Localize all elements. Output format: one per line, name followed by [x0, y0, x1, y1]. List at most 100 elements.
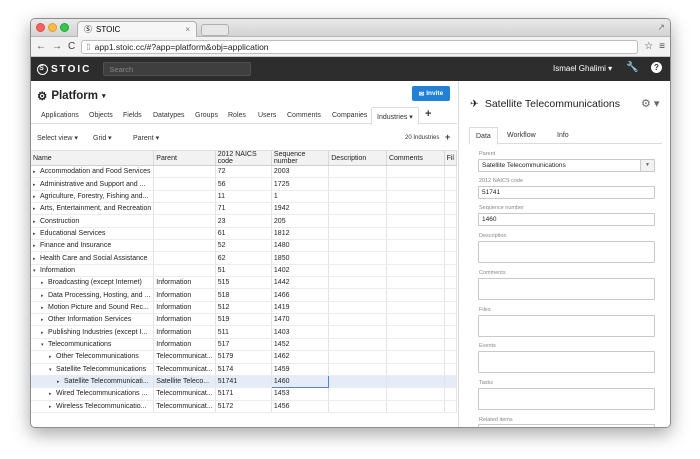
cell-description[interactable]	[328, 375, 387, 389]
collapsed-arrow-icon[interactable]: ▸	[41, 293, 48, 299]
table-row[interactable]: ▸ Publishing Industries (except I... Infor…	[31, 325, 457, 339]
cell-parent[interactable]: Information	[153, 288, 216, 302]
cell-parent[interactable]	[153, 239, 216, 253]
cell-naics[interactable]: 72	[215, 165, 272, 179]
column-header-files[interactable]: Fil	[444, 151, 457, 166]
cell-comments[interactable]	[386, 190, 445, 204]
cell-name[interactable]: ▸ Accommodation and Food Services	[31, 165, 155, 179]
cell-naics[interactable]: 512	[215, 301, 272, 315]
cell-comments[interactable]	[386, 338, 445, 352]
cell-naics[interactable]: 71	[215, 202, 272, 216]
cell-files[interactable]	[444, 177, 457, 191]
cell-sequence[interactable]: 1470	[271, 313, 330, 327]
cell-naics[interactable]: 51741	[215, 375, 272, 389]
add-tab-button[interactable]: +	[425, 108, 431, 120]
collapsed-arrow-icon[interactable]: ▸	[49, 404, 56, 410]
grid-dropdown[interactable]: Grid ▾	[93, 134, 112, 142]
bookmark-star-icon[interactable]: ☆	[644, 41, 653, 52]
tab-objects[interactable]: Objects	[89, 112, 113, 119]
expanded-arrow-icon[interactable]: ▾	[33, 268, 40, 274]
cell-parent[interactable]	[153, 251, 216, 265]
cell-description[interactable]	[328, 190, 387, 204]
cell-comments[interactable]	[386, 375, 445, 389]
cell-name[interactable]: ▸ Publishing Industries (except I...	[31, 325, 155, 339]
tab-users[interactable]: Users	[258, 112, 276, 119]
cell-parent[interactable]: Telecommunicat...	[153, 387, 216, 401]
description-field[interactable]	[478, 241, 655, 263]
tab-datatypes[interactable]: Datatypes	[153, 112, 185, 119]
table-row[interactable]: ▾ Telecommunications Information 517 1452	[31, 338, 457, 352]
cell-naics[interactable]: 52	[215, 239, 272, 253]
cell-naics[interactable]: 62	[215, 251, 272, 265]
collapsed-arrow-icon[interactable]: ▸	[41, 330, 48, 336]
cell-description[interactable]	[328, 387, 387, 401]
parent-select[interactable]: Satellite Telecommunications ▼	[478, 159, 655, 172]
table-row[interactable]: ▸ Wireless Telecommunicatio... Telecommuni…	[31, 400, 457, 413]
cell-parent[interactable]	[153, 190, 216, 204]
cell-name[interactable]: ▸ Data Processing, Hosting, and ...	[31, 288, 155, 302]
column-header-comments[interactable]: Comments	[386, 151, 445, 166]
cell-files[interactable]	[444, 264, 457, 278]
cell-files[interactable]	[444, 190, 457, 204]
cell-files[interactable]	[444, 313, 457, 327]
cell-files[interactable]	[444, 251, 457, 265]
cell-parent[interactable]: Information	[153, 325, 216, 339]
cell-sequence[interactable]: 1403	[271, 325, 330, 339]
cell-name[interactable]: ▾ Satellite Telecommunications	[31, 363, 155, 376]
cell-comments[interactable]	[386, 276, 445, 290]
cell-naics[interactable]: 61	[215, 227, 272, 241]
cell-name[interactable]: ▸ Arts, Entertainment, and Recreation	[31, 202, 155, 216]
cell-comments[interactable]	[386, 251, 445, 265]
tab-comments[interactable]: Comments	[287, 112, 321, 119]
cell-sequence[interactable]: 1459	[271, 363, 330, 376]
cell-description[interactable]	[328, 165, 387, 179]
cell-sequence[interactable]: 1453	[271, 387, 330, 401]
cell-files[interactable]	[444, 214, 457, 228]
cell-sequence[interactable]: 1462	[271, 350, 330, 364]
cell-parent[interactable]	[153, 214, 216, 228]
collapsed-arrow-icon[interactable]: ▸	[33, 182, 40, 188]
collapsed-arrow-icon[interactable]: ▸	[33, 243, 40, 249]
maximize-window-button[interactable]	[60, 23, 69, 32]
cell-name[interactable]: ▸ Wired Telecommunications ...	[31, 387, 155, 401]
events-field[interactable]	[478, 351, 655, 373]
cell-comments[interactable]	[386, 214, 445, 228]
column-header-name[interactable]: Name	[31, 151, 155, 166]
tab-info[interactable]: Info	[557, 132, 569, 139]
cell-parent[interactable]	[153, 264, 216, 278]
cell-naics[interactable]: 517	[215, 338, 272, 352]
table-row[interactable]: ▸ Health Care and Social Assistance 62 1850	[31, 251, 457, 265]
help-icon[interactable]: ?	[651, 62, 662, 73]
browser-tab[interactable]: Ⓢ STOIC ×	[77, 21, 197, 37]
cell-sequence[interactable]: 1402	[271, 264, 330, 278]
cell-parent[interactable]: Satellite Teleco...	[153, 375, 216, 389]
tab-groups[interactable]: Groups	[195, 112, 218, 119]
files-field[interactable]	[478, 315, 655, 337]
cell-description[interactable]	[328, 214, 387, 228]
cell-comments[interactable]	[386, 288, 445, 302]
cell-name[interactable]: ▸ Agriculture, Forestry, Fishing and...	[31, 190, 155, 204]
collapsed-arrow-icon[interactable]: ▸	[33, 219, 40, 225]
cell-files[interactable]	[444, 301, 457, 315]
table-row[interactable]: ▸ Other Information Services Information 51…	[31, 313, 457, 327]
cell-comments[interactable]	[386, 325, 445, 339]
cell-naics[interactable]: 11	[215, 190, 272, 204]
gear-icon[interactable]: ⚙ ▾	[641, 97, 659, 110]
cell-sequence[interactable]: 205	[271, 214, 330, 228]
new-tab-button[interactable]	[201, 24, 229, 36]
url-input[interactable]: ▯ app1.stoic.cc/#?app=platform&obj=appli…	[81, 39, 639, 54]
cell-files[interactable]	[444, 165, 457, 179]
cell-comments[interactable]	[386, 239, 445, 253]
cell-parent[interactable]: Telecommunicat...	[153, 350, 216, 364]
cell-files[interactable]	[444, 387, 457, 401]
cell-naics[interactable]: 5179	[215, 350, 272, 364]
cell-naics[interactable]: 515	[215, 276, 272, 290]
cell-name[interactable]: ▸ Broadcasting (except Internet)	[31, 276, 155, 290]
collapsed-arrow-icon[interactable]: ▸	[33, 206, 40, 212]
collapsed-arrow-icon[interactable]: ▸	[57, 379, 64, 385]
cell-comments[interactable]	[386, 387, 445, 401]
cell-description[interactable]	[328, 350, 387, 364]
collapsed-arrow-icon[interactable]: ▸	[49, 391, 56, 397]
cell-parent[interactable]: Information	[153, 338, 216, 352]
cell-naics[interactable]: 518	[215, 288, 272, 302]
